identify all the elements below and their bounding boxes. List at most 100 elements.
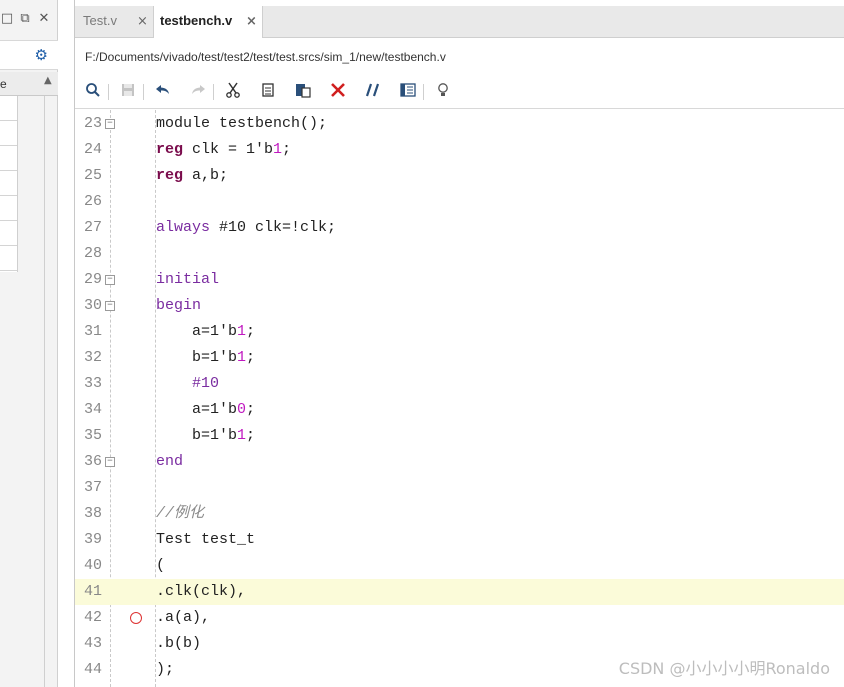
fold-toggle-icon[interactable]: − <box>105 301 115 311</box>
table-row[interactable] <box>0 146 17 171</box>
code-line[interactable]: 36− end <box>75 449 844 475</box>
table-row[interactable] <box>0 196 17 221</box>
code-line[interactable]: 43 .b(b) <box>75 631 844 657</box>
code-text[interactable]: a=1'b1; <box>156 319 255 345</box>
table-row[interactable] <box>0 246 17 271</box>
code-line[interactable]: 42 .a(a), <box>75 605 844 631</box>
code-text[interactable]: reg clk = 1'b1; <box>156 137 291 163</box>
line-number[interactable]: 29 <box>75 267 102 293</box>
code-line[interactable]: 27 always #10 clk=!clk; <box>75 215 844 241</box>
code-text[interactable]: .a(a), <box>156 605 210 631</box>
code-line[interactable]: 40 ( <box>75 553 844 579</box>
code-text[interactable]: reg a,b; <box>156 163 228 189</box>
line-number[interactable]: 42 <box>75 605 102 631</box>
code-text[interactable]: initial <box>156 267 219 293</box>
code-text[interactable]: .clk(clk), <box>156 579 246 605</box>
toolbar-separator <box>213 84 214 100</box>
table-row[interactable] <box>0 171 17 196</box>
code-text[interactable]: .b(b) <box>156 631 201 657</box>
sort-up-icon[interactable]: ▲ <box>44 75 52 86</box>
line-number[interactable]: 40 <box>75 553 102 579</box>
redo-icon[interactable] <box>188 82 208 102</box>
delete-icon[interactable] <box>328 82 348 102</box>
code-line[interactable]: 35 b=1'b1; <box>75 423 844 449</box>
paste-icon[interactable] <box>293 82 313 102</box>
code-editor[interactable]: 23− module testbench(); 24 reg clk = 1'b1; 2… <box>75 110 844 687</box>
code-text[interactable]: b=1'b1; <box>156 423 255 449</box>
column-header[interactable]: e <box>0 77 7 91</box>
code-line[interactable]: 26 <box>75 189 844 215</box>
tab-test-v[interactable]: Test.v × <box>75 6 153 38</box>
code-line[interactable]: 37 <box>75 475 844 501</box>
line-number[interactable]: 43 <box>75 631 102 657</box>
close-icon[interactable]: ✕ <box>37 12 51 26</box>
code-line[interactable]: 30− begin <box>75 293 844 319</box>
line-number[interactable]: 27 <box>75 215 102 241</box>
line-number[interactable]: 33 <box>75 371 102 397</box>
gear-icon[interactable]: ⚙ <box>35 47 48 63</box>
line-number[interactable]: 23 <box>75 111 102 137</box>
code-text[interactable]: always #10 clk=!clk; <box>156 215 336 241</box>
line-number[interactable]: 44 <box>75 657 102 683</box>
fold-toggle-icon[interactable]: − <box>105 457 115 467</box>
code-line[interactable]: 39 Test test_t <box>75 527 844 553</box>
table-row[interactable] <box>0 96 17 121</box>
line-number[interactable]: 28 <box>75 241 102 267</box>
line-number[interactable]: 26 <box>75 189 102 215</box>
code-text[interactable]: module testbench(); <box>156 111 327 137</box>
code-line[interactable]: 28 <box>75 241 844 267</box>
undock-icon[interactable]: ⧉ <box>18 12 32 26</box>
columns-icon[interactable] <box>398 82 418 102</box>
cut-icon[interactable] <box>223 82 243 102</box>
code-line[interactable]: 24 reg clk = 1'b1; <box>75 137 844 163</box>
table-row[interactable] <box>0 221 17 246</box>
lightbulb-icon[interactable] <box>433 82 453 102</box>
close-icon[interactable]: × <box>246 7 257 37</box>
close-icon[interactable]: × <box>137 7 148 37</box>
code-line[interactable]: 33 #10 <box>75 371 844 397</box>
line-number[interactable]: 36 <box>75 449 102 475</box>
line-number[interactable]: 38 <box>75 501 102 527</box>
code-text[interactable]: begin <box>156 293 201 319</box>
line-number[interactable]: 39 <box>75 527 102 553</box>
editor-panel: Test.v × testbench.v × F:/Documents/viva… <box>74 0 844 687</box>
scrollbar-track[interactable] <box>44 96 45 687</box>
code-text[interactable]: ( <box>156 553 165 579</box>
code-text[interactable]: end <box>156 449 183 475</box>
line-number[interactable]: 34 <box>75 397 102 423</box>
line-number[interactable]: 35 <box>75 423 102 449</box>
fold-toggle-icon[interactable]: − <box>105 275 115 285</box>
breakpoint-icon[interactable] <box>130 612 142 624</box>
line-number[interactable]: 30 <box>75 293 102 319</box>
code-text[interactable]: a=1'b0; <box>156 397 255 423</box>
code-line[interactable]: 23− module testbench(); <box>75 111 844 137</box>
code-text[interactable]: b=1'b1; <box>156 345 255 371</box>
fold-toggle-icon[interactable]: − <box>105 119 115 129</box>
code-line[interactable]: 31 a=1'b1; <box>75 319 844 345</box>
line-number[interactable]: 41 <box>75 579 102 605</box>
code-line[interactable]: 29− initial <box>75 267 844 293</box>
tab-testbench-v[interactable]: testbench.v × <box>153 6 263 39</box>
save-icon[interactable] <box>118 82 138 102</box>
comment-icon[interactable] <box>363 82 383 102</box>
copy-icon[interactable] <box>258 82 278 102</box>
code-line[interactable]: 25 reg a,b; <box>75 163 844 189</box>
code-text[interactable]: //例化 <box>156 501 204 527</box>
code-line[interactable]: 38 //例化 <box>75 501 844 527</box>
line-number[interactable]: 31 <box>75 319 102 345</box>
table-row[interactable] <box>0 121 17 146</box>
code-line[interactable]: 34 a=1'b0; <box>75 397 844 423</box>
code-text[interactable]: Test test_t <box>156 527 255 553</box>
line-number[interactable]: 25 <box>75 163 102 189</box>
undo-icon[interactable] <box>153 82 173 102</box>
code-text[interactable]: #10 <box>156 371 219 397</box>
line-number[interactable]: 32 <box>75 345 102 371</box>
code-line[interactable]: 32 b=1'b1; <box>75 345 844 371</box>
line-number[interactable]: 24 <box>75 137 102 163</box>
line-number[interactable]: 37 <box>75 475 102 501</box>
search-icon[interactable] <box>83 82 103 102</box>
code-line[interactable]: 41 .clk(clk), <box>75 579 844 605</box>
code-text[interactable]: ); <box>156 657 174 683</box>
restore-icon[interactable]: □ <box>0 12 14 26</box>
table-header[interactable]: e ▲ <box>0 72 58 96</box>
